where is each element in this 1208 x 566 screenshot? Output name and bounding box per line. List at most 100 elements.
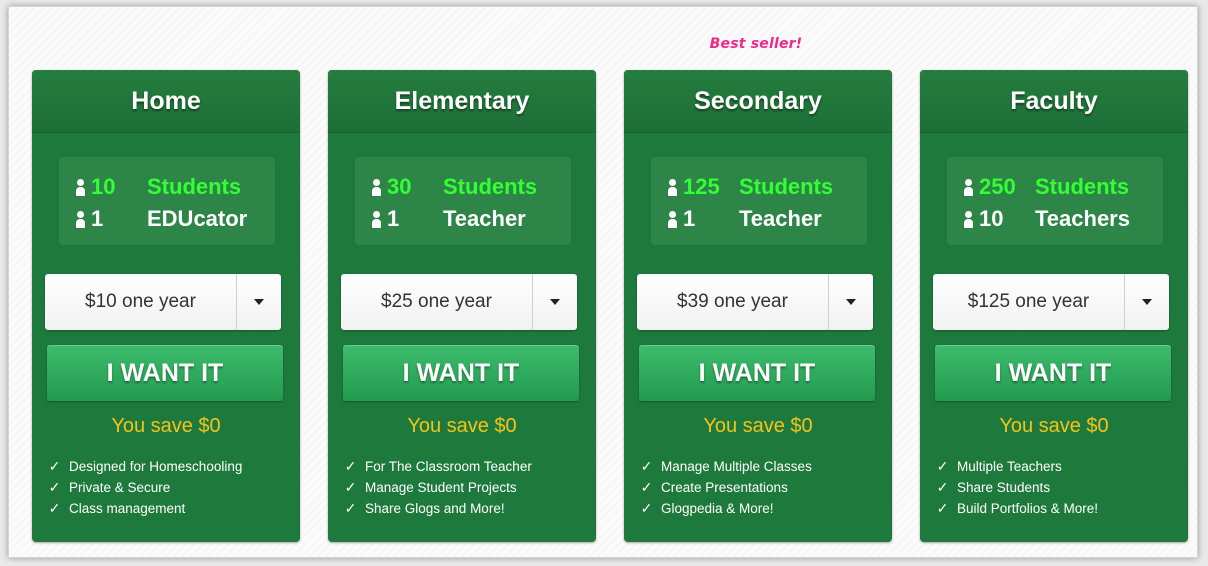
feature-item: ✓ Private & Secure — [48, 477, 242, 498]
person-icon — [371, 178, 381, 196]
feature-text: Build Portfolios & More! — [957, 501, 1099, 516]
feature-text: Manage Student Projects — [365, 480, 517, 495]
chevron-down-icon — [550, 299, 560, 305]
staff-row: 1 EDUcator — [75, 203, 275, 235]
savings-text: You save $0 — [111, 415, 221, 437]
savings-text: You save $0 — [999, 415, 1109, 437]
plan-title: Faculty — [1010, 86, 1098, 115]
feature-item: ✓ Share Students — [936, 477, 1098, 498]
seats-box: 30 Students 1 Teacher — [355, 157, 571, 245]
best-seller-badge: Best seller! — [709, 36, 803, 52]
person-icon — [75, 210, 85, 228]
feature-text: Private & Secure — [69, 480, 171, 495]
feature-text: Manage Multiple Classes — [661, 459, 812, 474]
feature-item: ✓ Glogpedia & More! — [640, 498, 812, 519]
i-want-it-button[interactable]: I WANT IT — [639, 345, 875, 401]
check-icon: ✓ — [640, 458, 653, 474]
plan-header: Secondary — [624, 70, 892, 133]
feature-list: ✓ Manage Multiple Classes ✓ Create Present… — [640, 456, 812, 519]
feature-item: ✓ Manage Multiple Classes — [640, 456, 812, 477]
plan-header: Home — [32, 70, 300, 133]
person-icon — [75, 178, 85, 196]
plan-header: Elementary — [328, 70, 596, 133]
plan-title: Elementary — [394, 86, 530, 115]
seats-box: 250 Students 10 Teachers — [947, 157, 1163, 245]
check-icon: ✓ — [48, 458, 61, 474]
chevron-down-icon — [846, 299, 856, 305]
i-want-it-button[interactable]: I WANT IT — [935, 345, 1171, 401]
person-icon — [371, 210, 381, 228]
dropdown-toggle[interactable] — [533, 274, 577, 330]
check-icon: ✓ — [48, 500, 61, 516]
staff-row: 1 Teacher — [667, 203, 867, 235]
feature-text: Share Glogs and More! — [365, 501, 505, 516]
students-row: 30 Students — [371, 171, 571, 203]
staff-row: 1 Teacher — [371, 203, 571, 235]
check-icon: ✓ — [344, 500, 357, 516]
check-icon: ✓ — [640, 500, 653, 516]
feature-text: Class management — [69, 501, 186, 516]
price-select[interactable]: $125 one year — [933, 274, 1169, 330]
savings-text: You save $0 — [703, 415, 813, 437]
plan-card-secondary: Secondary 125 Students 1 Teacher $39 one… — [624, 70, 892, 542]
check-icon: ✓ — [344, 458, 357, 474]
i-want-it-button[interactable]: I WANT IT — [343, 345, 579, 401]
check-icon: ✓ — [936, 458, 949, 474]
feature-list: ✓ Multiple Teachers ✓ Share Students ✓ Buil… — [936, 456, 1098, 519]
price-select-value: $10 one year — [85, 291, 196, 312]
staff-label: EDUcator — [147, 206, 248, 231]
check-icon: ✓ — [344, 479, 357, 495]
feature-item: ✓ Create Presentations — [640, 477, 812, 498]
plan-header: Faculty — [920, 70, 1188, 133]
feature-item: ✓ Designed for Homeschooling — [48, 456, 243, 477]
person-icon — [667, 178, 677, 196]
price-select[interactable]: $25 one year — [341, 274, 577, 330]
feature-item: ✓ Class management — [48, 498, 242, 519]
check-icon: ✓ — [640, 479, 653, 495]
chevron-down-icon — [1142, 299, 1152, 305]
students-count: 30 — [387, 174, 412, 199]
students-label: Students — [147, 174, 242, 199]
staff-label: Teacher — [443, 206, 526, 231]
check-icon: ✓ — [936, 479, 949, 495]
students-count: 125 — [683, 174, 720, 199]
person-icon — [667, 210, 677, 228]
staff-count: 1 — [91, 206, 104, 231]
check-icon: ✓ — [48, 479, 61, 495]
seats-box: 125 Students 1 Teacher — [651, 157, 867, 245]
plan-title: Secondary — [694, 86, 822, 115]
dropdown-toggle[interactable] — [237, 274, 281, 330]
feature-item: ✓ Build Portfolios & More! — [936, 498, 1098, 519]
students-row: 250 Students — [963, 171, 1163, 203]
feature-item: ✓ Manage Student Projects — [344, 477, 532, 498]
check-icon: ✓ — [936, 500, 949, 516]
plan-card-faculty: Faculty 250 Students 10 Teachers $125 on… — [920, 70, 1188, 542]
feature-item: ✓ Multiple Teachers — [936, 456, 1098, 477]
i-want-it-button[interactable]: I WANT IT — [47, 345, 283, 401]
feature-text: Designed for Homeschooling — [69, 459, 243, 474]
students-row: 125 Students — [667, 171, 867, 203]
staff-row: 10 Teachers — [963, 203, 1163, 235]
price-select-value: $25 one year — [381, 291, 492, 312]
feature-text: Glogpedia & More! — [661, 501, 774, 516]
price-select[interactable]: $10 one year — [45, 274, 281, 330]
feature-list: ✓ For The Classroom Teacher ✓ Manage Stude… — [344, 456, 532, 519]
dropdown-toggle[interactable] — [1125, 274, 1169, 330]
students-count: 250 — [979, 174, 1016, 199]
staff-count: 1 — [387, 206, 400, 231]
price-select-value: $125 one year — [967, 291, 1090, 312]
seats-box: 10 Students 1 EDUcator — [59, 157, 275, 245]
students-label: Students — [1035, 174, 1130, 199]
staff-count: 10 — [979, 206, 1004, 231]
plan-title: Home — [131, 86, 201, 115]
staff-count: 1 — [683, 206, 696, 231]
students-label: Students — [739, 174, 834, 199]
person-icon — [963, 178, 973, 196]
staff-label: Teacher — [739, 206, 822, 231]
feature-item: ✓ For The Classroom Teacher — [344, 456, 532, 477]
price-select[interactable]: $39 one year — [637, 274, 873, 330]
feature-text: Multiple Teachers — [957, 459, 1062, 474]
staff-label: Teachers — [1035, 206, 1130, 231]
dropdown-toggle[interactable] — [829, 274, 873, 330]
savings-text: You save $0 — [407, 415, 517, 437]
